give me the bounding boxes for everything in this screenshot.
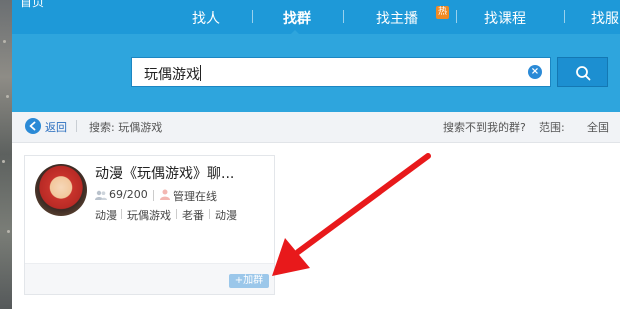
search-button[interactable] <box>557 57 608 87</box>
group-avatar[interactable] <box>35 164 87 216</box>
desktop-background-strip <box>0 0 12 309</box>
group-tag: 玩偶游戏 <box>127 209 171 222</box>
group-tag: 动漫 <box>215 209 237 222</box>
nav-tab-find-courses[interactable]: 找课程 <box>484 8 526 28</box>
tag-divider <box>121 209 122 219</box>
back-link[interactable]: 返回 <box>45 119 67 135</box>
group-tag: 老番 <box>182 209 204 222</box>
breadcrumb-bar: 返回 搜索: 玩偶游戏 搜索不到我的群? 范围: 全国 <box>12 112 620 143</box>
tag-divider <box>209 209 210 219</box>
top-nav-bar: 首页 找人 找群 找主播 热 找课程 找服 <box>12 0 620 34</box>
breadcrumb-divider <box>76 120 77 132</box>
search-input[interactable]: 玩偶游戏 × <box>131 57 551 87</box>
join-group-button[interactable]: +加群 <box>229 274 269 288</box>
admin-person-icon <box>160 189 170 200</box>
nav-tab-find-streamers[interactable]: 找主播 <box>376 8 418 28</box>
search-icon <box>576 66 591 81</box>
range-selector[interactable]: 全国 <box>587 119 609 135</box>
nav-divider <box>343 10 344 23</box>
clear-circle-icon[interactable]: × <box>528 65 542 79</box>
hot-badge: 热 <box>436 6 449 19</box>
back-arrow-icon[interactable] <box>25 118 41 134</box>
member-count: 69/200 <box>109 188 148 201</box>
nav-divider <box>456 10 457 23</box>
nav-divider <box>252 10 253 23</box>
nav-tab-find-people[interactable]: 找人 <box>192 8 220 28</box>
search-query-text: 玩偶游戏 <box>144 67 200 83</box>
group-result-card[interactable]: 动漫《玩偶游戏》聊... 69/200 管理在线 动漫 玩偶游戏 老番 动漫 +… <box>24 155 275 295</box>
search-summary: 搜索: 玩偶游戏 <box>89 121 163 134</box>
nav-divider <box>564 10 565 23</box>
not-found-link[interactable]: 搜索不到我的群? <box>443 119 526 135</box>
group-title[interactable]: 动漫《玩偶游戏》聊... <box>95 163 234 183</box>
tag-divider <box>176 209 177 219</box>
nav-logo[interactable]: 首页 <box>20 0 44 10</box>
nav-tab-find-groups[interactable]: 找群 <box>283 8 311 28</box>
group-tag: 动漫 <box>95 209 117 222</box>
nav-tab-find-services[interactable]: 找服 <box>591 8 619 28</box>
stat-divider <box>153 190 154 201</box>
admin-status: 管理在线 <box>173 190 217 203</box>
range-label: 范围: <box>539 121 565 134</box>
members-icon <box>95 190 107 200</box>
text-cursor <box>200 65 201 81</box>
